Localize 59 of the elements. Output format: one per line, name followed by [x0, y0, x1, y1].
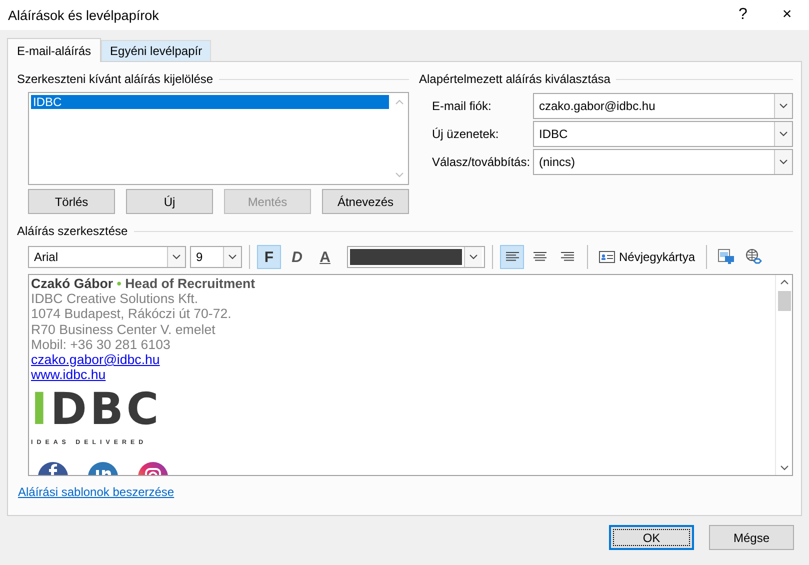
templates-link[interactable]: Aláírási sablonok beszerzése: [18, 485, 174, 499]
globe-link-icon: [745, 248, 764, 266]
color-dropdown[interactable]: [347, 246, 485, 268]
caret-icon: [779, 159, 788, 165]
picture-icon: [717, 248, 736, 266]
group-label: Szerkeszteni kívánt aláírás kijelölése: [17, 72, 214, 86]
signature-list[interactable]: IDBC: [28, 92, 409, 185]
font-dropdown[interactable]: Arial: [28, 246, 186, 268]
italic-button[interactable]: D: [285, 245, 309, 269]
dropdown[interactable]: czako.gabor@idbc.hu: [533, 93, 793, 119]
contact-card-icon: [599, 251, 615, 263]
signature-line: R70 Business Center V. emelet: [31, 322, 216, 337]
scroll-down-icon[interactable]: [780, 465, 788, 471]
field-label: E-mail fiók:: [432, 99, 492, 113]
caret-icon: [172, 254, 181, 260]
tab[interactable]: Egyéni levélpapír: [101, 40, 212, 61]
signature-editor[interactable]: [28, 274, 793, 476]
cancel-button[interactable]: Mégse: [709, 525, 794, 550]
action-button[interactable]: Új: [126, 189, 213, 214]
align-center-icon: [533, 252, 547, 262]
underline-button[interactable]: A: [313, 245, 337, 269]
align-left-button[interactable]: [500, 245, 524, 269]
scroll-up-icon[interactable]: [780, 279, 788, 285]
window-title: Aláírások és levélpapírok: [8, 8, 160, 22]
round-icon[interactable]: [137, 460, 169, 475]
list-item[interactable]: IDBC: [31, 95, 389, 109]
action-button[interactable]: Átnevezés: [322, 189, 409, 214]
signature-line: Mobil: +36 30 281 6103: [31, 336, 170, 352]
separator-dot: •: [116, 276, 122, 291]
dropdown[interactable]: (nincs): [533, 149, 793, 175]
align-right-icon: [561, 252, 575, 262]
round-icon[interactable]: [87, 460, 119, 475]
align-left-icon: [505, 252, 519, 262]
caret-icon: [779, 103, 788, 109]
scrollbar[interactable]: [775, 275, 792, 475]
help-button[interactable]: ?: [721, 0, 765, 30]
field-label: Új üzenetek:: [432, 127, 500, 141]
signature-line: IDBC Creative Solutions Kft.: [31, 291, 198, 306]
close-button[interactable]: ×: [765, 0, 809, 30]
scroll-thumb[interactable]: [778, 291, 790, 311]
group-label: Alapértelmezett aláírás kiválasztása: [419, 72, 610, 86]
dropdown[interactable]: IDBC: [533, 121, 793, 147]
caret-icon: [228, 254, 237, 260]
business-card-button[interactable]: Névjegykártya: [595, 245, 700, 269]
caret-icon: [469, 254, 478, 260]
tab[interactable]: E-mail-aláírás: [7, 38, 102, 62]
ok-button[interactable]: OK: [609, 525, 694, 550]
signature-line: 1074 Budapest, Rákóczi út 70-72.: [31, 306, 232, 322]
job-title: Head of Recruitment: [125, 276, 256, 291]
signature-link[interactable]: www.idbc.hu: [31, 367, 106, 382]
caret-icon: [779, 131, 788, 137]
field-label: Válasz/továbbítás:: [432, 155, 532, 169]
group-label: Aláírás szerkesztése: [17, 224, 128, 238]
bold-button[interactable]: F: [257, 245, 281, 269]
round-icon[interactable]: [37, 460, 69, 475]
size-dropdown[interactable]: 9: [190, 246, 242, 268]
signature-link[interactable]: czako.gabor@idbc.hu: [31, 352, 160, 368]
action-button[interactable]: Törlés: [28, 189, 115, 214]
signature-name: Czakó Gábor: [31, 276, 114, 291]
